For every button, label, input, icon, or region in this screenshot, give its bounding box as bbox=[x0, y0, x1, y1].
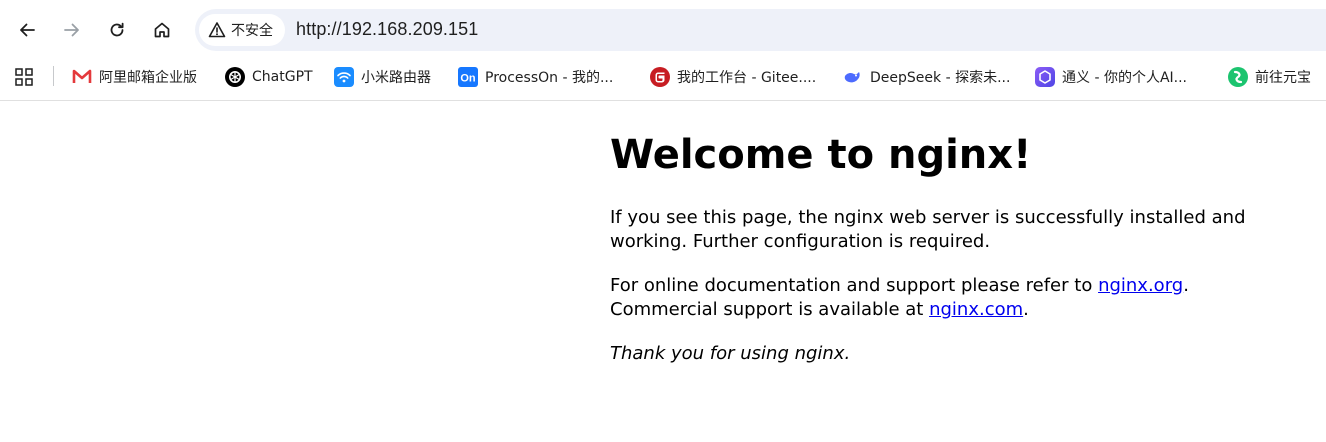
deepseek-icon bbox=[843, 67, 863, 87]
bookmark-tongyi[interactable]: 通义 - 你的个人AI... bbox=[1035, 64, 1187, 90]
page-content: Welcome to nginx! If you see this page, … bbox=[610, 101, 1290, 366]
wifi-icon bbox=[334, 67, 354, 87]
apps-grid-icon[interactable] bbox=[14, 67, 34, 87]
processon-icon: On bbox=[458, 67, 478, 87]
chatgpt-icon bbox=[225, 67, 245, 87]
commercial-prefix: Commercial support is available at bbox=[610, 299, 930, 320]
reload-button[interactable] bbox=[101, 14, 133, 46]
bookmark-gitee[interactable]: 我的工作台 - Gitee.... bbox=[650, 64, 816, 90]
browser-chrome: 不安全 http://192.168.209.151 阿里邮箱企业版 ChatG… bbox=[0, 0, 1326, 101]
back-button[interactable] bbox=[11, 14, 43, 46]
intro-paragraph: If you see this page, the nginx web serv… bbox=[610, 207, 1246, 252]
bookmark-label: 小米路由器 bbox=[361, 70, 431, 86]
page-title: Welcome to nginx! bbox=[610, 132, 1032, 178]
arrow-left-icon bbox=[17, 20, 37, 40]
commercial-suffix: . bbox=[1023, 299, 1029, 320]
home-button[interactable] bbox=[146, 14, 178, 46]
bookmark-yuanbao[interactable]: 前往元宝 bbox=[1228, 64, 1311, 90]
url-text[interactable]: http://192.168.209.151 bbox=[296, 19, 478, 40]
bookmark-label: ProcessOn - 我的... bbox=[485, 70, 614, 86]
forward-button[interactable] bbox=[56, 14, 88, 46]
bookmarks-divider bbox=[53, 66, 54, 86]
security-label: 不安全 bbox=[231, 23, 273, 39]
bookmark-label: 前往元宝 bbox=[1255, 70, 1311, 86]
bookmark-label: DeepSeek - 探索未... bbox=[870, 70, 1011, 86]
nginx-com-link[interactable]: nginx.com bbox=[929, 299, 1023, 320]
arrow-right-icon bbox=[62, 20, 82, 40]
docs-paragraph: For online documentation and support ple… bbox=[610, 274, 1290, 322]
browser-toolbar: 不安全 http://192.168.209.151 bbox=[0, 0, 1326, 60]
bookmark-label: 阿里邮箱企业版 bbox=[99, 70, 197, 86]
gitee-icon bbox=[650, 67, 670, 87]
address-bar[interactable]: 不安全 http://192.168.209.151 bbox=[195, 9, 1326, 51]
home-icon bbox=[152, 20, 172, 40]
bookmark-label: 通义 - 你的个人AI... bbox=[1062, 70, 1188, 86]
bookmark-aliyun-mail[interactable]: 阿里邮箱企业版 bbox=[72, 64, 197, 90]
thanks-paragraph: Thank you for using nginx. bbox=[610, 343, 851, 364]
docs-mid: . bbox=[1183, 275, 1189, 296]
warning-icon bbox=[208, 21, 226, 39]
security-chip[interactable]: 不安全 bbox=[199, 14, 285, 46]
bookmarks-bar: 阿里邮箱企业版 ChatGPT 小米路由器 On ProcessOn - 我的.… bbox=[0, 60, 1326, 100]
aliyun-mail-icon bbox=[72, 67, 92, 87]
yuanbao-icon bbox=[1228, 67, 1248, 87]
bookmark-chatgpt[interactable]: ChatGPT bbox=[225, 64, 313, 90]
svg-text:On: On bbox=[460, 73, 476, 85]
tongyi-icon bbox=[1035, 67, 1055, 87]
bookmark-label: ChatGPT bbox=[252, 69, 313, 85]
docs-prefix: For online documentation and support ple… bbox=[610, 275, 1099, 296]
bookmark-xiaomi-router[interactable]: 小米路由器 bbox=[334, 64, 431, 90]
bookmark-label: 我的工作台 - Gitee.... bbox=[677, 70, 817, 86]
reload-icon bbox=[107, 20, 127, 40]
bookmark-deepseek[interactable]: DeepSeek - 探索未... bbox=[843, 64, 1010, 90]
bookmark-processon[interactable]: On ProcessOn - 我的... bbox=[458, 64, 613, 90]
nginx-org-link[interactable]: nginx.org bbox=[1098, 275, 1183, 296]
